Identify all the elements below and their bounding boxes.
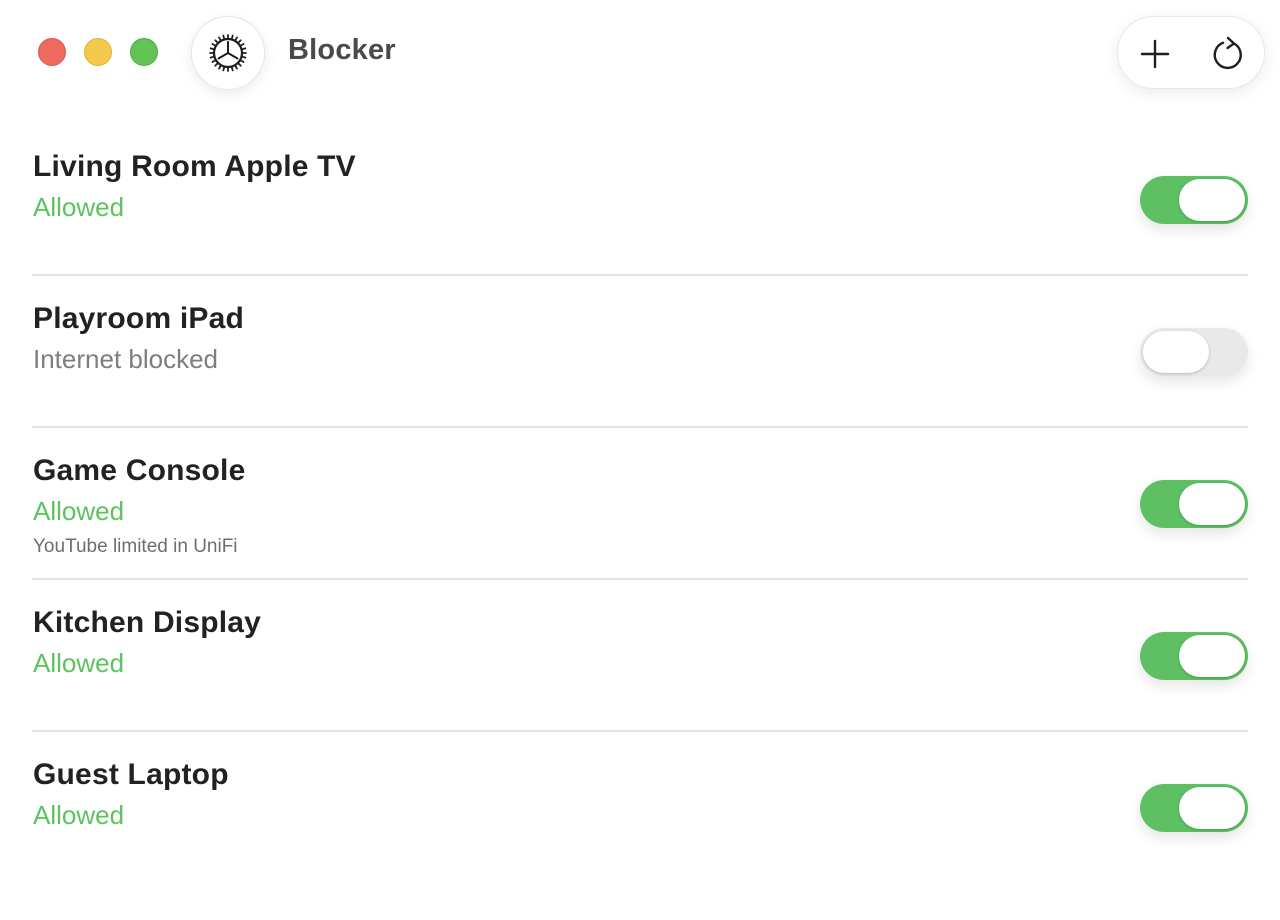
device-row: Kitchen Display Allowed <box>32 580 1248 732</box>
device-row: Game Console Allowed YouTube limited in … <box>32 428 1248 580</box>
toggle-knob <box>1143 331 1209 373</box>
device-row: Living Room Apple TV Allowed <box>32 124 1248 276</box>
refresh-icon <box>1213 36 1242 69</box>
device-name: Living Room Apple TV <box>33 150 356 183</box>
device-status: Internet blocked <box>33 344 219 374</box>
refresh-button[interactable] <box>1192 17 1266 90</box>
device-row: Guest Laptop Allowed <box>32 732 1248 884</box>
toolbar-actions <box>1117 16 1265 89</box>
device-access-toggle[interactable] <box>1140 328 1248 376</box>
device-status: Allowed <box>33 648 125 678</box>
device-access-toggle[interactable] <box>1140 480 1248 528</box>
toggle-knob <box>1179 483 1245 525</box>
device-list: Living Room Apple TV Allowed Playroom iP… <box>32 124 1248 884</box>
device-access-toggle[interactable] <box>1140 632 1248 680</box>
zoom-window-button[interactable] <box>130 38 158 66</box>
settings-button[interactable] <box>191 16 265 90</box>
plus-icon <box>1140 39 1170 68</box>
gear-icon <box>209 34 247 72</box>
minimize-window-button[interactable] <box>84 38 112 66</box>
device-access-toggle[interactable] <box>1140 784 1248 832</box>
toggle-knob <box>1179 179 1245 221</box>
device-row: Playroom iPad Internet blocked <box>32 276 1248 428</box>
device-name: Playroom iPad <box>33 302 245 335</box>
add-device-button[interactable] <box>1118 17 1192 90</box>
app-title: Blocker <box>288 34 396 66</box>
device-name: Game Console <box>33 454 246 487</box>
device-note: YouTube limited in UniFi <box>33 536 238 557</box>
title-bar: Blocker <box>0 0 1280 104</box>
device-status: Allowed <box>33 800 125 830</box>
toggle-knob <box>1179 787 1245 829</box>
device-access-toggle[interactable] <box>1140 176 1248 224</box>
close-window-button[interactable] <box>38 38 66 66</box>
device-name: Guest Laptop <box>33 758 229 791</box>
device-name: Kitchen Display <box>33 606 262 639</box>
device-status: Allowed <box>33 192 125 222</box>
toggle-knob <box>1179 635 1245 677</box>
device-status: Allowed <box>33 496 125 526</box>
